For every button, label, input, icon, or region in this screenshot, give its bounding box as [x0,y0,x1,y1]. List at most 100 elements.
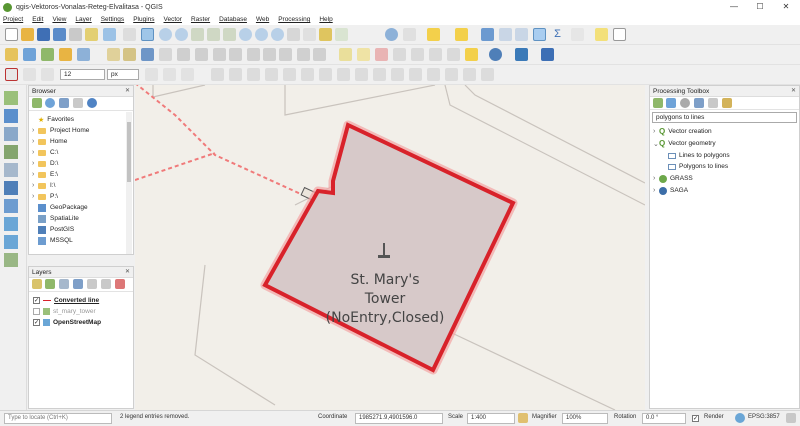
snapping-magnet-icon[interactable] [5,68,18,81]
browser-item-drive-c[interactable]: › C:\ [32,147,58,158]
zoom-layer-icon[interactable] [223,28,236,41]
add-part-icon[interactable] [247,68,260,81]
browser-collapse-icon[interactable] [73,98,83,108]
help-icon[interactable] [541,48,554,61]
fill-ring-icon[interactable] [265,68,278,81]
map-tips-icon[interactable] [595,28,608,41]
label-highlight-icon[interactable] [375,48,388,61]
panel-close-icon[interactable]: ✕ [125,87,130,94]
layer-checkbox[interactable]: ✓ [33,319,40,326]
add-raster-icon[interactable] [59,48,72,61]
reverse-line-icon[interactable] [355,68,368,81]
toolbox-search-input[interactable]: polygons to lines [652,112,797,123]
snapping-mode-icon[interactable] [23,68,36,81]
rotate-feature-icon[interactable] [481,68,494,81]
panel-close-icon[interactable]: ✕ [791,87,796,94]
render-checkbox[interactable]: ✓ [692,415,699,422]
redo-icon[interactable] [313,48,326,61]
move-label-icon[interactable] [213,48,226,61]
browser-properties-icon[interactable] [87,98,97,108]
lock-scale-icon[interactable] [518,413,528,423]
browser-item-postgis[interactable]: PostGIS [38,224,74,235]
delete-ring-icon[interactable] [283,68,296,81]
layer-checkbox[interactable] [33,308,40,315]
zoom-full-icon[interactable] [191,28,204,41]
scale-field[interactable]: 1:400 [467,413,515,424]
edit-pencil-icon[interactable] [107,48,120,61]
snapping-unit-select[interactable]: px [107,69,139,80]
menu-database[interactable]: Database [219,16,247,23]
layer-item-openstreetmap[interactable]: ✓ OpenStreetMap [33,317,101,328]
data-source-manager-icon[interactable] [5,48,18,61]
save-as-icon[interactable] [53,28,66,41]
select-features-icon[interactable] [427,28,440,41]
temporal-icon[interactable] [303,28,316,41]
browser-item-home[interactable]: › Home [32,136,67,147]
menu-processing[interactable]: Processing [278,16,310,23]
visibility-icon[interactable] [59,279,69,289]
filter-legend-icon[interactable] [73,279,83,289]
add-group-icon[interactable] [45,279,55,289]
add-vector-layer-icon[interactable] [4,91,18,105]
layer-checkbox[interactable]: ✓ [33,297,40,304]
field-calculator-icon[interactable] [515,28,528,41]
remove-layer-icon[interactable] [115,279,125,289]
add-vector-icon[interactable] [41,48,54,61]
zoom-selection-icon[interactable] [207,28,220,41]
label-icon[interactable] [339,48,352,61]
toolbox-item-lines-to-polygons[interactable]: Lines to polygons [668,150,730,161]
menu-plugins[interactable]: Plugins [133,16,154,23]
browser-item-favorites[interactable]: ★ Favorites [32,114,74,125]
menu-settings[interactable]: Settings [101,16,125,23]
toolbox-history-icon[interactable] [680,98,690,108]
label-rotate-icon[interactable] [393,48,406,61]
digitize-icon[interactable] [159,48,172,61]
zoom-native-icon[interactable] [239,28,252,41]
toggle-editing-icon[interactable] [123,48,136,61]
zoom-last-icon[interactable] [255,28,268,41]
new-map-view-icon[interactable] [287,28,300,41]
label-change-icon[interactable] [411,48,424,61]
plugin-globe-icon[interactable] [489,48,502,61]
toolbox-results-icon[interactable] [694,98,704,108]
add-postgis-icon[interactable] [4,181,18,195]
browser-item-drive-p[interactable]: › P:\ [32,191,58,202]
vertex-tool-icon[interactable] [177,48,190,61]
add-virtual-layer-icon[interactable] [4,253,18,267]
map-canvas[interactable]: St. Mary's Tower (NoEntry,Closed) [135,85,645,410]
identify-icon[interactable] [385,28,398,41]
add-layer-icon[interactable] [77,48,90,61]
tower-polygon[interactable] [262,122,516,373]
save-project-icon[interactable] [37,28,50,41]
magnifier-field[interactable]: 100% [562,413,608,424]
open-project-icon[interactable] [21,28,34,41]
advanced-digitizing-icon[interactable] [211,68,224,81]
statistics-sigma-icon[interactable]: Σ [551,28,564,41]
label-pin-icon[interactable] [357,48,370,61]
collapse-all-icon[interactable] [101,279,111,289]
toolbox-item-polygons-to-lines[interactable]: Polygons to lines [668,161,728,172]
topological-editing-icon[interactable] [145,68,158,81]
expand-all-icon[interactable] [87,279,97,289]
delete-part-icon[interactable] [301,68,314,81]
copy-icon[interactable] [263,48,276,61]
add-spatialite-icon[interactable] [4,163,18,177]
browser-item-mssql[interactable]: MSSQL [38,235,73,246]
rotation-field[interactable]: 0.0 ° [642,413,686,424]
action-icon[interactable] [403,28,416,41]
add-wfs-icon[interactable] [4,235,18,249]
python-icon[interactable] [515,48,528,61]
toolbox-models-icon[interactable] [653,98,663,108]
toolbox-item-grass[interactable]: › GRASS [653,173,693,184]
toolbox-item-vector-creation[interactable]: › Q Vector creation [653,126,712,137]
add-raster-layer-icon[interactable] [4,109,18,123]
snapping-type-icon[interactable] [41,68,54,81]
menu-help[interactable]: Help [319,16,332,23]
menu-project[interactable]: Project [3,16,23,23]
snap-intersection-icon[interactable] [163,68,176,81]
browser-scrollbar[interactable] [126,112,132,254]
zoom-out-icon[interactable] [175,28,188,41]
maximize-button[interactable]: ☐ [748,0,772,14]
layer-styling-icon[interactable] [32,279,42,289]
zoom-in-icon[interactable] [159,28,172,41]
